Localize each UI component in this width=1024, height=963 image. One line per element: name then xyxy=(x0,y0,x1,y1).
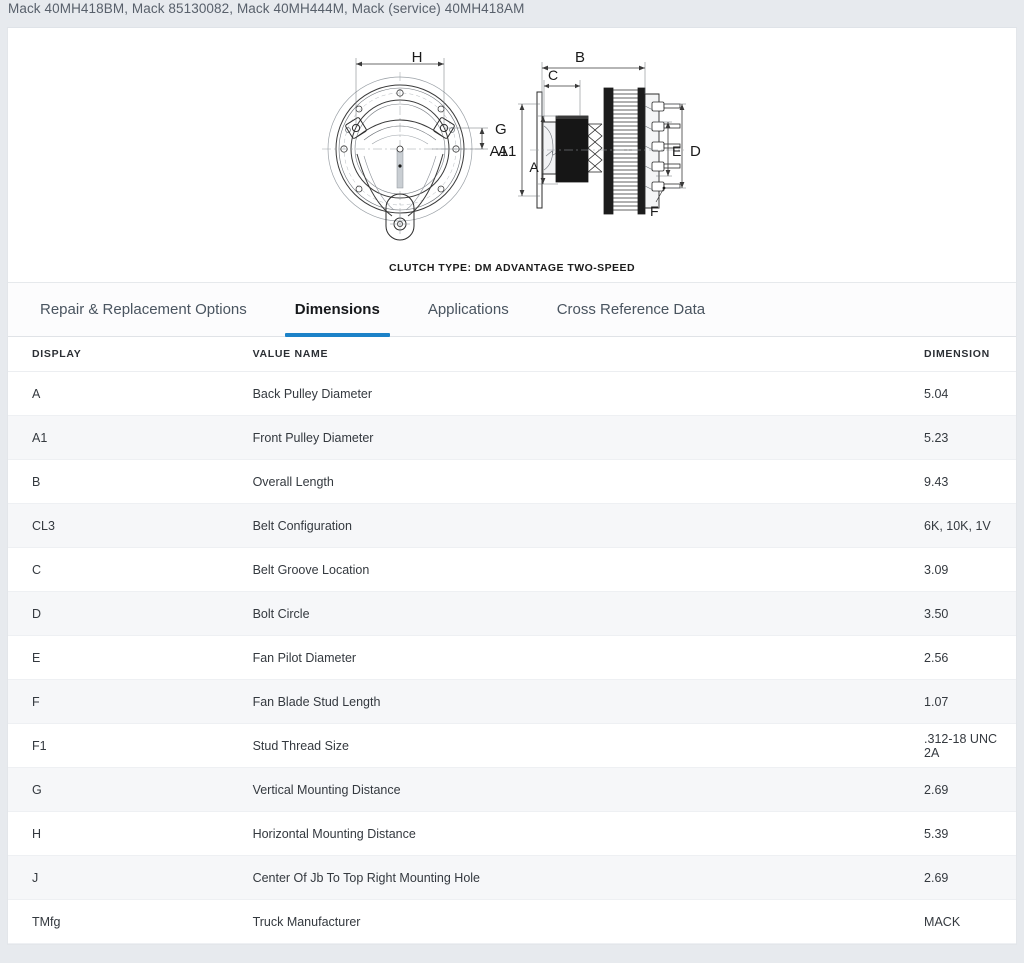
cell-display: TMfg xyxy=(8,900,253,944)
clutch-type-caption: CLUTCH TYPE: DM ADVANTAGE TWO-SPEED xyxy=(8,262,1016,274)
tab-cross-reference-data[interactable]: Cross Reference Data xyxy=(533,282,729,337)
cell-display: E xyxy=(8,636,253,680)
cell-display: CL3 xyxy=(8,504,253,548)
tab-repair-replacement-options[interactable]: Repair & Replacement Options xyxy=(32,282,271,337)
table-row: ABack Pulley Diameter5.04 xyxy=(8,372,1016,416)
table-row: F1Stud Thread Size.312-18 UNC 2A xyxy=(8,724,1016,768)
dimensions-table: DISPLAY VALUE NAME DIMENSION ABack Pulle… xyxy=(8,337,1016,944)
table-row: DBolt Circle3.50 xyxy=(8,592,1016,636)
callout-D: D xyxy=(690,143,701,160)
cell-value-name: Horizontal Mounting Distance xyxy=(253,812,924,856)
cell-value-name: Truck Manufacturer xyxy=(253,900,924,944)
tab-applications[interactable]: Applications xyxy=(404,282,533,337)
callout-E: E xyxy=(672,143,681,159)
cell-dimension: 2.69 xyxy=(924,856,1016,900)
table-body: ABack Pulley Diameter5.04A1Front Pulley … xyxy=(8,372,1016,944)
fan-clutch-technical-drawing: H G A1 xyxy=(312,44,712,244)
front-view-drawing xyxy=(322,58,488,240)
cell-display: F1 xyxy=(8,724,253,768)
column-header-value-name: VALUE NAME xyxy=(253,337,924,372)
cell-value-name: Vertical Mounting Distance xyxy=(253,768,924,812)
cell-value-name: Back Pulley Diameter xyxy=(253,372,924,416)
callout-A: A xyxy=(529,159,539,175)
column-header-display: DISPLAY xyxy=(8,337,253,372)
cell-value-name: Bolt Circle xyxy=(253,592,924,636)
table-head: DISPLAY VALUE NAME DIMENSION xyxy=(8,337,1016,372)
cell-dimension: 6K, 10K, 1V xyxy=(924,504,1016,548)
table-row: CL3Belt Configuration6K, 10K, 1V xyxy=(8,504,1016,548)
part-number-heading: Mack 40MH418BM, Mack 85130082, Mack 40MH… xyxy=(8,1,524,16)
cell-display: G xyxy=(8,768,253,812)
side-view-drawing xyxy=(518,62,686,214)
table-row: HHorizontal Mounting Distance5.39 xyxy=(8,812,1016,856)
cell-value-name: Fan Blade Stud Length xyxy=(253,680,924,724)
tab-label: Applications xyxy=(428,301,509,318)
table-row: EFan Pilot Diameter2.56 xyxy=(8,636,1016,680)
cell-dimension: 2.56 xyxy=(924,636,1016,680)
cell-value-name: Belt Configuration xyxy=(253,504,924,548)
cell-display: B xyxy=(8,460,253,504)
cell-display: A xyxy=(8,372,253,416)
cell-dimension: 5.04 xyxy=(924,372,1016,416)
cell-dimension: 3.50 xyxy=(924,592,1016,636)
cell-display: D xyxy=(8,592,253,636)
cell-dimension: 2.69 xyxy=(924,768,1016,812)
table-row: FFan Blade Stud Length1.07 xyxy=(8,680,1016,724)
cell-dimension: MACK xyxy=(924,900,1016,944)
cell-dimension: 1.07 xyxy=(924,680,1016,724)
cell-dimension: 5.23 xyxy=(924,416,1016,460)
cell-dimension: 3.09 xyxy=(924,548,1016,592)
tab-label: Repair & Replacement Options xyxy=(40,301,247,318)
page-root: Mack 40MH418BM, Mack 85130082, Mack 40MH… xyxy=(0,0,1024,963)
tab-label: Dimensions xyxy=(295,301,380,318)
table-row: CBelt Groove Location3.09 xyxy=(8,548,1016,592)
top-header-bar: Mack 40MH418BM, Mack 85130082, Mack 40MH… xyxy=(0,0,1024,27)
table-row: A1Front Pulley Diameter5.23 xyxy=(8,416,1016,460)
product-card: H G A1 xyxy=(7,27,1017,945)
cell-dimension: 9.43 xyxy=(924,460,1016,504)
table-row: GVertical Mounting Distance2.69 xyxy=(8,768,1016,812)
cell-display: F xyxy=(8,680,253,724)
cell-value-name: Center Of Jb To Top Right Mounting Hole xyxy=(253,856,924,900)
product-diagram-region: H G A1 xyxy=(8,28,1016,282)
cell-value-name: Stud Thread Size xyxy=(253,724,924,768)
callout-C: C xyxy=(548,67,558,83)
tab-label: Cross Reference Data xyxy=(557,301,705,318)
callout-B: B xyxy=(575,49,585,66)
table-header-row: DISPLAY VALUE NAME DIMENSION xyxy=(8,337,1016,372)
cell-display: H xyxy=(8,812,253,856)
column-header-dimension: DIMENSION xyxy=(924,337,1016,372)
cell-display: J xyxy=(8,856,253,900)
tab-dimensions[interactable]: Dimensions xyxy=(271,282,404,337)
cell-value-name: Fan Pilot Diameter xyxy=(253,636,924,680)
callout-F: F xyxy=(650,203,659,219)
cell-display: C xyxy=(8,548,253,592)
cell-value-name: Belt Groove Location xyxy=(253,548,924,592)
cell-display: A1 xyxy=(8,416,253,460)
cell-dimension: 5.39 xyxy=(924,812,1016,856)
callout-H: H xyxy=(412,49,423,66)
cell-value-name: Front Pulley Diameter xyxy=(253,416,924,460)
cell-dimension: .312-18 UNC 2A xyxy=(924,724,1016,768)
table-row: JCenter Of Jb To Top Right Mounting Hole… xyxy=(8,856,1016,900)
table-row: TMfgTruck ManufacturerMACK xyxy=(8,900,1016,944)
callout-A1: A1 xyxy=(490,143,508,160)
cell-value-name: Overall Length xyxy=(253,460,924,504)
callout-G: G xyxy=(495,121,507,138)
table-row: BOverall Length9.43 xyxy=(8,460,1016,504)
detail-tabs: Repair & Replacement Options Dimensions … xyxy=(8,282,1016,337)
